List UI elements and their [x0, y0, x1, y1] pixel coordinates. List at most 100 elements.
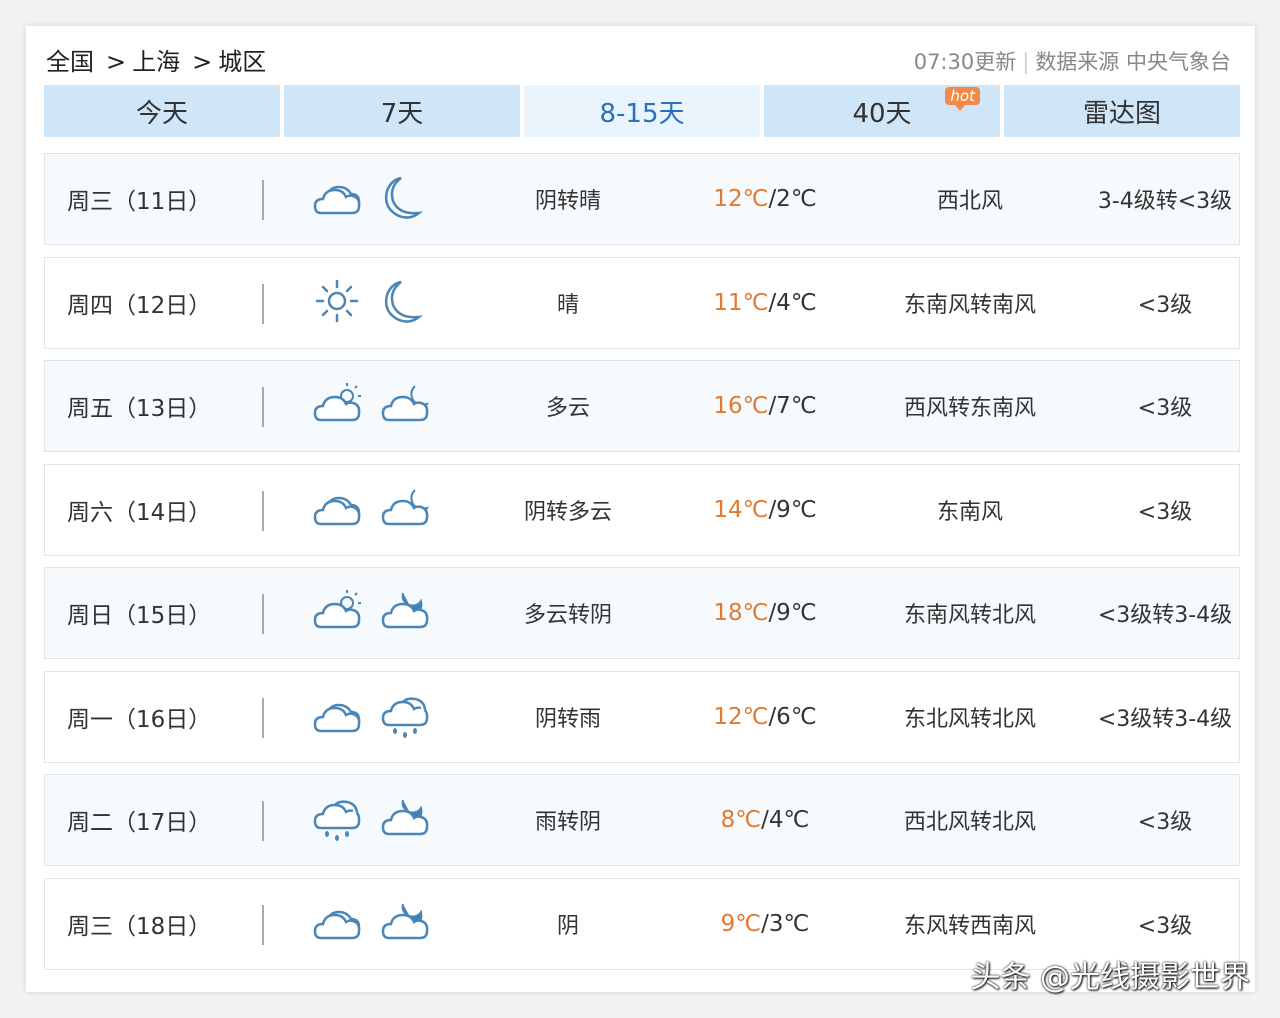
day-label: 周五（13日）: [67, 396, 212, 422]
tab-label: 今天: [135, 98, 188, 129]
divider: [262, 490, 264, 531]
temperature: 12℃/6℃: [685, 672, 845, 762]
temperature: 9℃/3℃: [685, 879, 845, 969]
cloudy-night-icon: [379, 898, 431, 950]
weather-description: 阴转晴: [534, 189, 601, 214]
cloudy-icon: [311, 898, 363, 950]
update-time: 07:30更新: [913, 50, 1017, 74]
divider: [262, 904, 264, 945]
wind-direction: 东南风转北风: [903, 603, 1036, 628]
wind-level: <3级: [1137, 292, 1193, 318]
wind-level: 3-4级转<3级: [1097, 189, 1233, 214]
weather-icons: [311, 361, 431, 451]
breadcrumb-separator: >: [106, 48, 127, 76]
low-temp: /4℃: [761, 807, 810, 833]
source-text: 数据来源 中央气象台: [1035, 50, 1231, 74]
forecast-row: 周五（13日） 多云 16℃/7℃ 西风转东南风 <3级: [44, 360, 1240, 452]
cloudy-icon: [311, 691, 363, 743]
breadcrumb-city[interactable]: 上海: [132, 48, 180, 76]
high-temp: 8℃: [720, 807, 762, 833]
tab-today[interactable]: 今天: [44, 85, 280, 137]
weather-icons: [311, 258, 431, 348]
partly-cloudy-night-icon: [379, 380, 431, 432]
divider: [262, 697, 264, 738]
weather-description: 多云: [545, 396, 590, 421]
wind-direction: 西北风: [936, 189, 1003, 214]
low-temp: /6℃: [768, 703, 817, 730]
partly-cloudy-day-icon: [311, 380, 363, 432]
temperature: 8℃/4℃: [685, 775, 845, 865]
wind-direction: 东北风转北风: [903, 706, 1036, 732]
day-label: 周二（17日）: [67, 810, 212, 836]
breadcrumb-country[interactable]: 全国: [46, 48, 94, 76]
temperature: 12℃/2℃: [685, 154, 845, 244]
tab-radar[interactable]: 雷达图: [1004, 85, 1240, 137]
wind-level: <3级转3-4级: [1097, 603, 1233, 628]
high-temp: 12℃: [713, 186, 769, 212]
high-temp: 18℃: [713, 600, 769, 626]
weather-description: 阴转多云: [523, 499, 612, 525]
tab-label: 8-15天: [599, 98, 685, 129]
divider: |: [1022, 50, 1030, 74]
sun-icon: [311, 277, 363, 329]
day-label: 周三（18日）: [67, 913, 212, 940]
partly-cloudy-night-icon: [379, 484, 431, 536]
day-label: 周六（14日）: [67, 499, 212, 526]
data-source: 07:30更新 | 数据来源 中央气象台: [914, 46, 1231, 76]
weather-description: 晴: [556, 292, 579, 318]
wind-level: <3级转3-4级: [1097, 706, 1233, 732]
cloudy-night-icon: [379, 794, 431, 846]
high-temp: 14℃: [713, 496, 769, 523]
breadcrumb-district: 城区: [218, 48, 267, 76]
day-label: 周四（12日）: [67, 292, 212, 319]
temperature: 18℃/9℃: [685, 568, 845, 658]
low-temp: /9℃: [768, 600, 817, 626]
breadcrumb: 全国 > 上海 > 城区: [46, 42, 272, 77]
wind-direction: 西风转东南风: [903, 396, 1036, 421]
weather-icons: [311, 672, 431, 762]
wind-direction: 东南风: [936, 499, 1003, 525]
partly-cloudy-day-icon: [311, 587, 363, 639]
forecast-row: 周日（15日） 多云转阴 18℃/9℃ 东南风转北风 <3级转3-4级: [44, 567, 1240, 659]
moon-icon: [379, 277, 431, 329]
day-label: 周日（15日）: [67, 603, 212, 629]
weather-description: 阴转雨: [534, 706, 601, 732]
divider: [262, 387, 264, 427]
temperature: 14℃/9℃: [685, 465, 845, 555]
moon-icon: [379, 173, 431, 225]
cloudy-icon: [311, 484, 363, 536]
wind-direction: 西北风转北风: [903, 810, 1036, 835]
weather-icons: [311, 568, 431, 658]
weather-icons: [311, 879, 431, 969]
wind-level: <3级: [1137, 499, 1193, 525]
day-label: 周一（16日）: [67, 706, 212, 733]
forecast-row: 周四（12日） 晴 11℃/4℃ 东南风转南风 <3级: [44, 256, 1240, 349]
weather-icons: [311, 154, 431, 244]
low-temp: /7℃: [768, 393, 817, 419]
weather-card: 全国 > 上海 > 城区 07:30更新 | 数据来源 中央气象台 今天 7天 8-15天 …: [26, 26, 1255, 992]
hot-badge: hot: [945, 87, 980, 111]
weather-description: 雨转阴: [534, 810, 601, 835]
divider: [262, 594, 264, 634]
forecast-tabs: 今天 7天 8-15天 40天 hot 雷达图: [44, 85, 1240, 137]
divider: [262, 180, 264, 220]
divider: [262, 283, 264, 324]
high-temp: 11℃: [713, 289, 769, 316]
forecast-row: 周三（11日） 阴转晴 12℃/2℃ 西北风 3-4级转<3级: [44, 153, 1240, 245]
cloudy-icon: [311, 173, 363, 225]
weather-description: 多云转阴: [523, 603, 612, 628]
tab-7-days[interactable]: 7天: [284, 85, 520, 137]
tab-40-days[interactable]: 40天 hot: [764, 85, 1000, 137]
weather-icons: [311, 465, 431, 555]
rain-icon: [379, 691, 431, 743]
tab-8-15-days[interactable]: 8-15天: [524, 85, 760, 137]
high-temp: 12℃: [713, 703, 769, 730]
weather-icons: [311, 775, 431, 865]
breadcrumb-separator: >: [192, 48, 213, 76]
watermark: 头条 @光线摄影世界: [970, 960, 1250, 995]
low-temp: /4℃: [768, 289, 817, 316]
high-temp: 16℃: [713, 393, 769, 419]
temperature: 11℃/4℃: [685, 258, 845, 348]
weather-description: 阴: [556, 913, 579, 939]
tab-label: 7天: [380, 98, 424, 129]
